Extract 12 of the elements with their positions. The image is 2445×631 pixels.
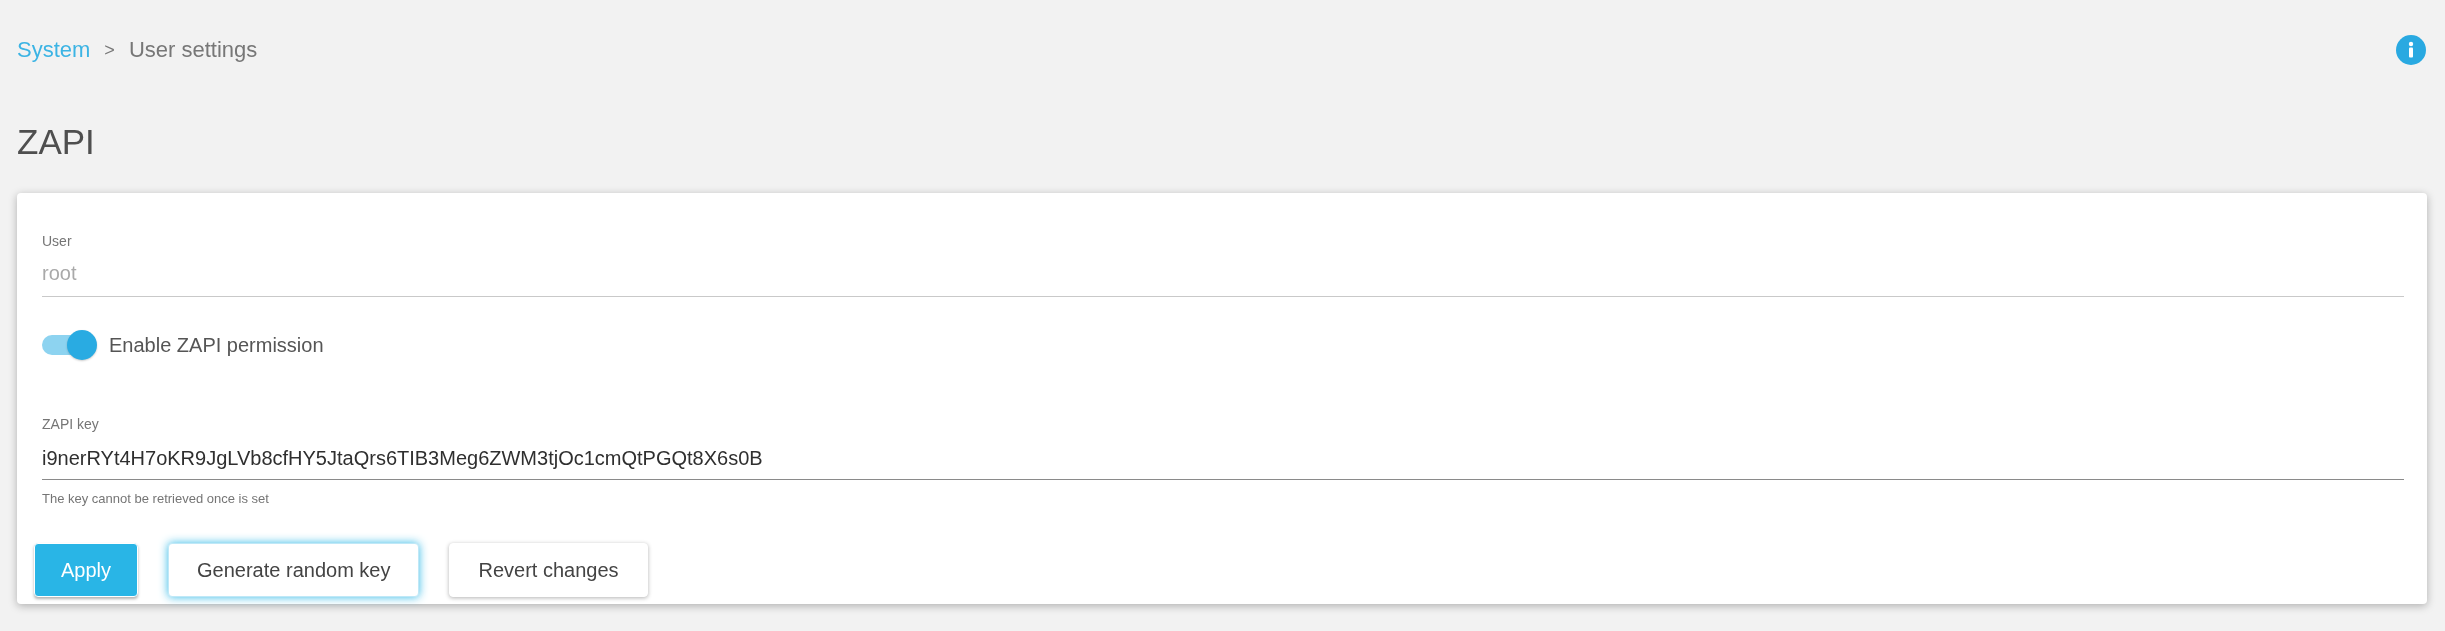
- action-button[interactable]: Revert changes: [449, 543, 648, 597]
- breadcrumb-current: User settings: [128, 36, 258, 64]
- toggle-label: Enable ZAPI permission: [109, 333, 324, 358]
- helper-text: The key cannot be retrieved once is set: [42, 491, 270, 507]
- breadcrumb-separator: >: [104, 39, 115, 62]
- key-field[interactable]: i9nerRYt4H7oKR9JgLVb8cfHY5JtaQrs6TIB3Meg6ZWM3tjOc1cmQtPGQt8X6s0B: [42, 445, 2404, 480]
- action-button[interactable]: Generate random key: [168, 543, 420, 597]
- toggle-switch[interactable]: [42, 330, 97, 360]
- page-title: ZAPI: [17, 122, 96, 162]
- field-label: ZAPI key: [42, 415, 100, 433]
- info-icon[interactable]: [2396, 35, 2426, 65]
- field-label: User: [42, 232, 73, 250]
